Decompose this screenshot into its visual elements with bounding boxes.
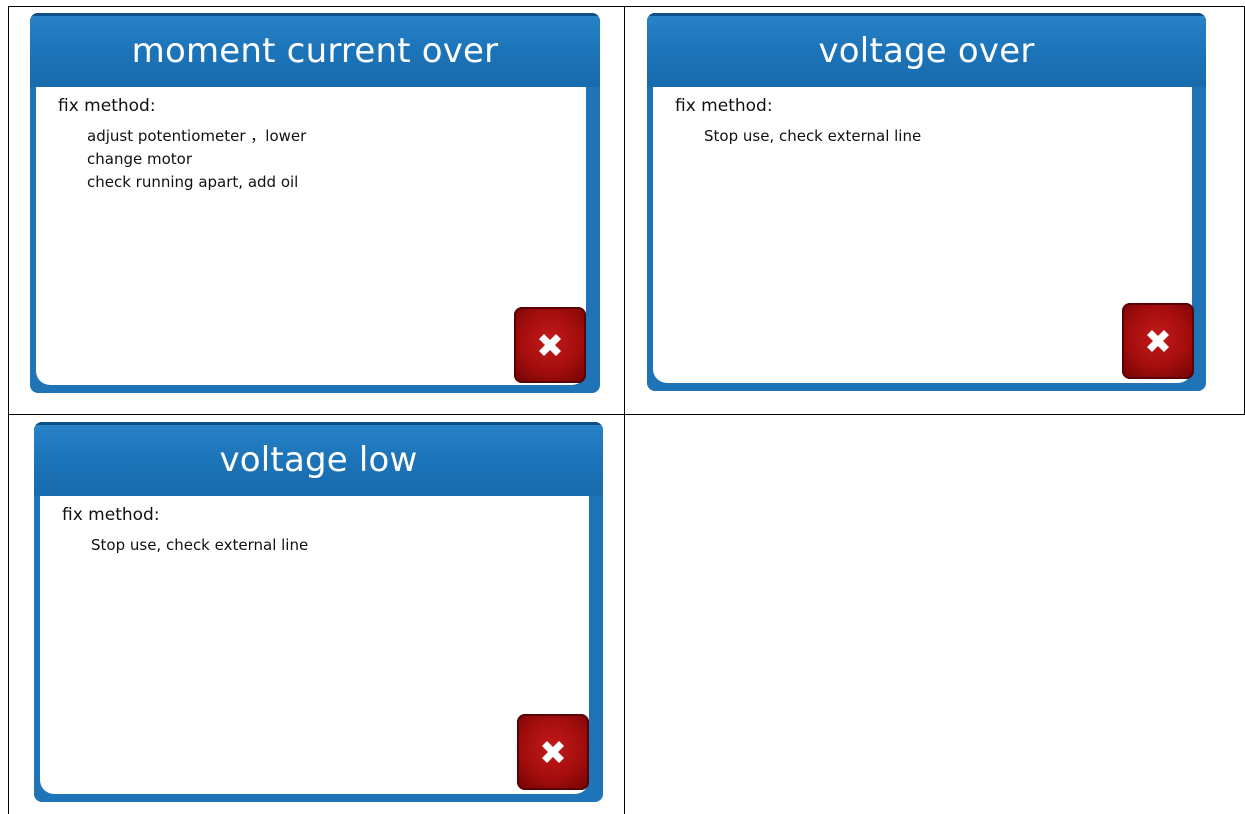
fix-step: Stop use, check external line xyxy=(704,127,922,145)
dialog-title: voltage low xyxy=(219,440,418,480)
alarm-dialog-voltage-low: voltage low fix method: Stop use, check … xyxy=(34,422,603,802)
dialog-top-edge xyxy=(30,13,600,16)
fix-step: change motor xyxy=(87,150,192,168)
fix-steps-list: Stop use, check external line xyxy=(91,534,308,557)
fix-step: Stop use, check external line xyxy=(91,536,309,554)
fix-method-label: fix method: xyxy=(675,96,773,116)
fix-step: adjust potentiometer ，lower xyxy=(87,127,307,145)
grid-center-divider xyxy=(624,6,625,814)
dialog-title: moment current over xyxy=(131,31,499,71)
fix-method-label: fix method: xyxy=(58,96,156,116)
fix-steps-list: adjust potentiometer ，lower change motor… xyxy=(87,125,306,194)
dialog-top-edge xyxy=(34,422,603,425)
screenshot-grid: moment current over fix method: adjust p… xyxy=(0,0,1245,814)
fix-step: check running apart, add oil xyxy=(87,173,299,191)
grid-row-divider xyxy=(8,414,1245,415)
dialog-content: fix method: Stop use, check external lin… xyxy=(40,496,589,794)
dialog-content: fix method: Stop use, check external lin… xyxy=(653,87,1192,383)
close-x-icon xyxy=(1147,330,1169,352)
fix-steps-list: Stop use, check external line xyxy=(704,125,921,148)
fix-method-label: fix method: xyxy=(62,505,160,525)
dialog-content: fix method: adjust potentiometer ，lower … xyxy=(36,87,586,385)
alarm-dialog-voltage-over: voltage over fix method: Stop use, check… xyxy=(647,13,1206,391)
dialog-title: voltage over xyxy=(818,31,1035,71)
close-button[interactable] xyxy=(514,307,586,383)
close-x-icon xyxy=(539,334,561,356)
dialog-top-edge xyxy=(647,13,1206,16)
grid-top-border xyxy=(8,6,1245,7)
grid-left-border xyxy=(8,6,9,814)
close-button[interactable] xyxy=(517,714,589,790)
close-x-icon xyxy=(542,741,564,763)
alarm-dialog-moment-current-over: moment current over fix method: adjust p… xyxy=(30,13,600,393)
close-button[interactable] xyxy=(1122,303,1194,379)
